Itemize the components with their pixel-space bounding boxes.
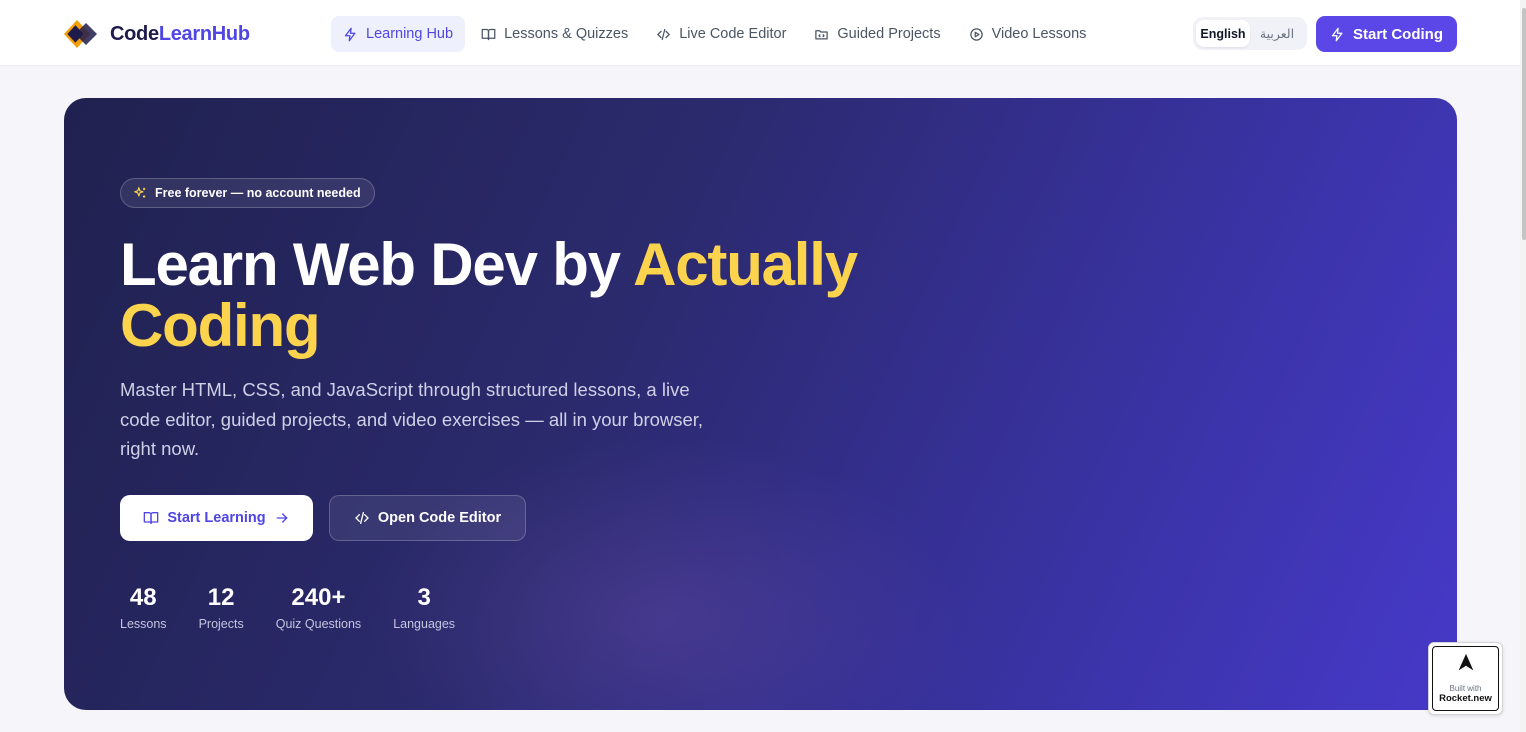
open-code-editor-button[interactable]: Open Code Editor — [329, 495, 526, 541]
nav-label: Learning Hub — [366, 26, 454, 42]
nav-learning-hub[interactable]: Learning Hub — [331, 16, 466, 52]
logo-text: CodeLearnHub — [110, 22, 250, 45]
scrollbar-thumb[interactable] — [1522, 8, 1526, 240]
stat-lessons: 48 Lessons — [120, 584, 167, 631]
book-open-icon — [481, 28, 496, 40]
open-code-editor-label: Open Code Editor — [377, 510, 502, 526]
stat-value: 48 — [129, 584, 157, 611]
nav-label: Guided Projects — [837, 26, 941, 42]
hero-title: Learn Web Dev by Actually Coding — [120, 231, 858, 359]
rocket-name-text: Rocket.new — [1439, 693, 1492, 704]
nav-label: Lessons & Quizzes — [504, 26, 629, 42]
nav-lessons-quizzes[interactable]: Lessons & Quizzes — [469, 16, 640, 52]
nav-label: Video Lessons — [991, 26, 1087, 42]
nav-live-code-editor[interactable]: Live Code Editor — [644, 16, 798, 52]
lang-arabic-option[interactable]: العربية — [1250, 20, 1304, 47]
badge-text: Free forever — no account needed — [155, 186, 361, 200]
main-nav: Learning Hub Lessons & Quizzes Live Code… — [331, 16, 1098, 52]
bolt-icon — [344, 27, 356, 41]
stat-quiz-questions: 240+ Quiz Questions — [276, 584, 361, 631]
hero-section: Free forever — no account needed Learn W… — [64, 98, 1457, 710]
logo-icon — [64, 20, 97, 48]
stat-label: Quiz Questions — [275, 617, 362, 631]
folder-code-icon — [815, 29, 829, 39]
lang-english-option[interactable]: English — [1196, 20, 1250, 47]
stat-label: Lessons — [120, 617, 167, 631]
built-with-text: Built with — [1449, 684, 1482, 693]
play-circle-icon — [969, 27, 983, 41]
stat-value: 12 — [207, 584, 235, 611]
logo[interactable]: CodeLearnHub — [64, 20, 250, 48]
start-learning-label: Start Learning — [167, 510, 266, 526]
start-coding-button[interactable]: Start Coding — [1316, 16, 1457, 52]
bolt-icon — [1331, 27, 1343, 41]
arrow-right-icon — [276, 513, 287, 523]
stat-languages: 3 Languages — [393, 584, 455, 631]
nav-guided-projects[interactable]: Guided Projects — [802, 16, 952, 52]
nav-video-lessons[interactable]: Video Lessons — [957, 16, 1099, 52]
stat-projects: 12 Projects — [199, 584, 244, 631]
free-badge: Free forever — no account needed — [120, 178, 375, 208]
code-icon — [354, 511, 369, 524]
book-open-icon — [144, 511, 159, 524]
code-icon — [657, 28, 671, 40]
built-with-rocket-badge[interactable]: Built with Rocket.new — [1428, 642, 1503, 715]
stat-label: Projects — [198, 617, 244, 631]
sparkles-icon — [134, 187, 146, 198]
hero-subtitle: Master HTML, CSS, and JavaScript through… — [120, 379, 704, 459]
start-coding-label: Start Coding — [1353, 25, 1443, 43]
stat-value: 240+ — [291, 584, 346, 611]
rocket-logo-icon — [1458, 653, 1473, 671]
stats-row: 48 Lessons 12 Projects 240+ Quiz Questio… — [120, 584, 455, 631]
nav-label: Live Code Editor — [679, 26, 787, 42]
language-switcher: English العربية — [1193, 17, 1307, 50]
stat-value: 3 — [417, 584, 431, 611]
stat-label: Languages — [393, 617, 456, 631]
start-learning-button[interactable]: Start Learning — [120, 495, 313, 541]
top-navbar: CodeLearnHub Learning Hub Lessons & Quiz… — [0, 0, 1520, 66]
